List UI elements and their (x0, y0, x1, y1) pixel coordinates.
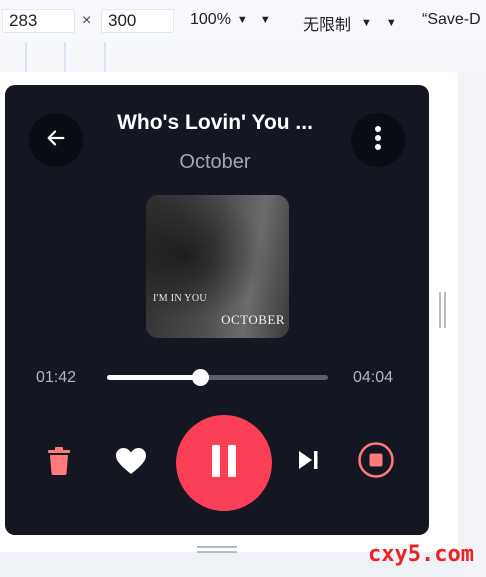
cover-title: OCTOBER (221, 312, 285, 327)
chevron-down-icon: ▼ (361, 17, 372, 29)
throttle-value: 无限制 (303, 17, 352, 34)
media-query-ruler (0, 42, 486, 73)
zoom-select[interactable]: 100% ▼ ▼ (190, 11, 271, 29)
next-button[interactable] (295, 449, 321, 475)
duration-time: 04:04 (353, 369, 394, 386)
site-watermark: cxy5.com (368, 542, 474, 567)
pause-button[interactable] (176, 415, 272, 511)
more-menu-button[interactable] (351, 113, 405, 167)
width-input[interactable]: 283 (2, 9, 75, 33)
height-input[interactable]: 300 (101, 9, 174, 33)
resize-handle-horizontal[interactable] (197, 546, 237, 554)
song-title: Who's Lovin' You ... (117, 111, 313, 134)
resize-handle-vertical[interactable] (439, 292, 447, 328)
devtools-toolbar: 283 × 300 100% ▼ ▼ 无限制 ▼ ▼ “Save-D (0, 0, 486, 42)
skip-next-icon (297, 450, 319, 475)
delete-button[interactable] (43, 445, 75, 481)
heart-icon (115, 447, 147, 480)
arrow-left-icon (45, 127, 67, 154)
progress-handle[interactable] (191, 369, 209, 386)
elapsed-time: 01:42 (36, 369, 77, 386)
artist-name: October (179, 151, 251, 173)
stop-button[interactable] (357, 441, 395, 484)
chevron-down-icon[interactable]: ▼ (260, 14, 271, 26)
progress-fill (107, 375, 200, 380)
progress-slider[interactable] (107, 369, 328, 386)
zoom-value: 100% (190, 11, 231, 28)
album-cover: I'M IN YOU OCTOBER (146, 195, 289, 338)
viewport-gutter (458, 72, 486, 577)
cover-caption: I'M IN YOU (153, 293, 207, 304)
trash-icon (47, 446, 71, 480)
chevron-down-icon[interactable]: ▼ (386, 17, 397, 29)
save-data-label[interactable]: “Save-D (422, 11, 481, 29)
like-button[interactable] (113, 445, 149, 481)
music-player: Who's Lovin' You ... October I'M IN YOU … (5, 85, 429, 535)
more-vertical-icon (374, 125, 382, 156)
pause-icon (210, 444, 238, 482)
stop-icon (357, 441, 395, 484)
times-symbol: × (82, 12, 92, 29)
throttle-select[interactable]: 无限制 ▼ ▼ (303, 11, 397, 35)
chevron-down-icon: ▼ (236, 14, 248, 26)
